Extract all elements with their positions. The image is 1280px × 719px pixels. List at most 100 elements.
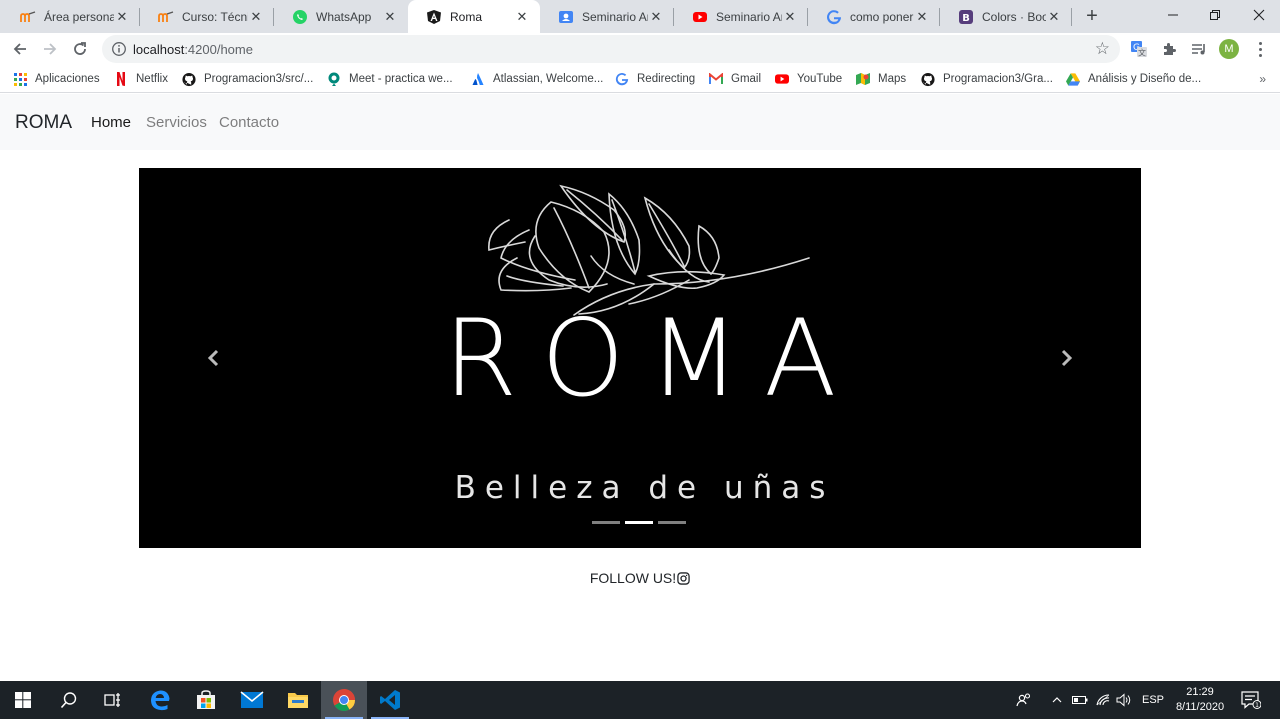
star-icon[interactable]: ☆ [1095, 39, 1110, 59]
nav-link-servicios[interactable]: Servicios [146, 114, 207, 131]
people-icon[interactable] [1012, 681, 1036, 719]
close-icon[interactable]: ✕ [914, 9, 930, 25]
bookmark-label: Programacion3/src/... [204, 73, 314, 85]
drive-icon [1066, 72, 1080, 86]
close-icon[interactable]: ✕ [1046, 9, 1062, 25]
chevron-up-icon [1052, 697, 1062, 703]
bookmarks-overflow-button[interactable]: » [1259, 72, 1266, 86]
gmail-icon [709, 72, 723, 86]
angular-icon [426, 9, 442, 25]
notification-center-button[interactable]: 1 [1236, 681, 1266, 719]
close-icon[interactable]: ✕ [514, 9, 530, 25]
carousel-indicator-active[interactable] [625, 521, 653, 524]
close-icon[interactable]: ✕ [782, 9, 798, 25]
system-clock[interactable]: 21:29 8/11/2020 [1170, 685, 1230, 715]
chevron-right-icon [1061, 349, 1073, 367]
carousel-indicator[interactable] [658, 521, 686, 524]
bookmark-item[interactable]: Análisis y Diseño de... [1066, 70, 1201, 88]
show-hidden-icons-button[interactable] [1049, 681, 1065, 719]
site-navbar: ROMA Home Servicios Contacto [0, 94, 1280, 150]
edge-icon [151, 690, 170, 711]
window-close-button[interactable] [1236, 0, 1280, 30]
back-button[interactable] [8, 37, 32, 61]
wifi-icon[interactable] [1094, 681, 1112, 719]
nav-link-contacto[interactable]: Contacto [219, 114, 279, 131]
bookmark-label: Aplicaciones [35, 73, 100, 85]
search-button[interactable] [46, 681, 92, 719]
google-icon [615, 72, 629, 86]
forward-button[interactable] [38, 37, 62, 61]
close-icon[interactable]: ✕ [648, 9, 664, 25]
google-icon [826, 9, 842, 25]
address-bar[interactable]: localhost:4200/home ☆ [102, 35, 1120, 63]
vscode-app[interactable] [367, 681, 413, 719]
browser-tab[interactable]: WhatsApp ✕ [274, 0, 408, 33]
vscode-icon [380, 690, 400, 710]
bookmark-item[interactable]: Programacion3/Gra... [921, 70, 1053, 88]
translate-icon[interactable]: G文 [1128, 38, 1150, 60]
edge-app[interactable] [137, 681, 183, 719]
svg-text:B: B [962, 13, 970, 24]
carousel-indicator[interactable] [592, 521, 620, 524]
new-tab-button[interactable]: + [1080, 5, 1104, 29]
browser-tab[interactable]: Seminario Ang ✕ [674, 0, 808, 33]
arrow-left-icon [13, 43, 26, 55]
file-explorer-app[interactable] [275, 681, 321, 719]
browser-tab[interactable]: Curso: Técnica ✕ [140, 0, 274, 33]
bookmark-item[interactable]: Meet - practica we... [327, 70, 453, 88]
browser-tab-active[interactable]: Roma ✕ [408, 0, 540, 33]
bookmark-item[interactable]: Aplicaciones [13, 70, 100, 88]
input-language[interactable]: ESP [1138, 681, 1168, 719]
apps-grid-icon [13, 72, 27, 86]
close-icon[interactable]: ✕ [382, 9, 398, 25]
carousel-prev-button[interactable] [200, 344, 228, 372]
bootstrap-icon: B [958, 9, 974, 25]
bookmark-item[interactable]: Atlassian, Welcome... [471, 70, 603, 88]
browser-tab[interactable]: Área personal ✕ [2, 0, 140, 33]
windows-logo-icon [15, 692, 31, 708]
folder-icon [288, 693, 308, 708]
bookmark-label: Gmail [731, 73, 762, 85]
tab-title: Seminario Ang [582, 9, 648, 24]
reload-button[interactable] [68, 37, 92, 61]
extensions-icon[interactable] [1158, 38, 1180, 60]
bookmark-item[interactable]: Maps [856, 70, 906, 88]
hero-subtitle: Belleza de uñas [454, 470, 835, 506]
bookmark-item[interactable]: Gmail [709, 70, 761, 88]
windows-taskbar: ESP 21:29 8/11/2020 1 [0, 681, 1280, 719]
site-brand[interactable]: ROMA [15, 112, 72, 134]
volume-icon[interactable] [1115, 681, 1133, 719]
task-view-button[interactable] [90, 681, 136, 719]
netflix-icon [114, 72, 128, 86]
browser-tab[interactable]: B Colors · Boots ✕ [940, 0, 1072, 33]
profile-avatar[interactable]: M [1219, 39, 1239, 59]
bookmark-item[interactable]: YouTube [775, 70, 842, 88]
restore-button[interactable] [1192, 0, 1238, 30]
close-icon[interactable]: ✕ [248, 9, 264, 25]
tab-title: Curso: Técnica [182, 9, 248, 24]
browser-tab[interactable]: como poner al ✕ [808, 0, 940, 33]
bookmark-label: Atlassian, Welcome... [493, 73, 604, 85]
minimize-button[interactable] [1150, 0, 1196, 30]
bookmark-item[interactable]: Netflix [114, 70, 168, 88]
media-queue-icon[interactable] [1188, 38, 1210, 60]
carousel-next-button[interactable] [1052, 344, 1080, 372]
moodle-icon [158, 9, 174, 25]
start-button[interactable] [0, 681, 46, 719]
mail-app[interactable] [229, 681, 275, 719]
close-icon[interactable]: ✕ [114, 9, 130, 25]
bookmark-item[interactable]: Redirecting [615, 70, 695, 88]
menu-dots-icon[interactable] [1250, 38, 1270, 60]
nav-link-home[interactable]: Home [91, 114, 131, 131]
battery-icon[interactable] [1071, 681, 1089, 719]
store-app[interactable] [183, 681, 229, 719]
clock-time: 21:29 [1186, 686, 1214, 698]
chrome-app[interactable] [321, 681, 367, 719]
bookmark-item[interactable]: Programacion3/src/... [182, 70, 313, 88]
browser-toolbar: localhost:4200/home ☆ G文 M [0, 33, 1280, 65]
bookmark-label: Programacion3/Gra... [943, 73, 1053, 85]
browser-tab[interactable]: Seminario Ang ✕ [540, 0, 674, 33]
chrome-icon [333, 689, 355, 711]
instagram-icon[interactable] [677, 571, 690, 585]
info-icon[interactable] [111, 41, 127, 57]
